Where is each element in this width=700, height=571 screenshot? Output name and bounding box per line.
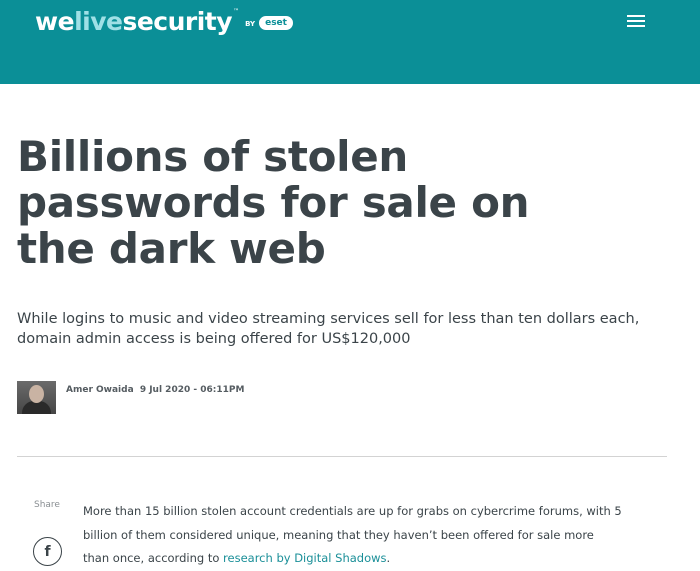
author-name[interactable]: Amer Owaida [66, 385, 134, 395]
body-text-end: . [386, 551, 391, 565]
publish-date: 9 Jul 2020 - 06:11PM [139, 385, 245, 395]
logo-text: welivesecurity [35, 6, 233, 36]
article-meta: Amer Owaida 9 Jul 2020 - 06:11PM [66, 385, 247, 395]
article-body: More than 15 billion stolen account cred… [83, 500, 623, 571]
digital-shadows-research-link[interactable]: research by Digital Shadows [223, 551, 387, 565]
share-label: Share [34, 500, 60, 510]
welivesecurity-logo[interactable]: welivesecurity ™ BY eset [35, 4, 293, 38]
article-subtitle: While logins to music and video streamin… [17, 311, 640, 347]
logo-trademark: ™ [233, 7, 240, 15]
facebook-icon[interactable]: f [33, 537, 62, 566]
eset-logo: eset [259, 15, 293, 30]
site-header: welivesecurity ™ BY eset [0, 0, 700, 84]
author-avatar[interactable] [17, 381, 56, 414]
article-title: Billions of stolen passwords for sale on… [17, 132, 530, 273]
hamburger-menu-icon[interactable] [624, 12, 648, 30]
logo-by: BY [245, 19, 256, 28]
divider [17, 456, 667, 457]
